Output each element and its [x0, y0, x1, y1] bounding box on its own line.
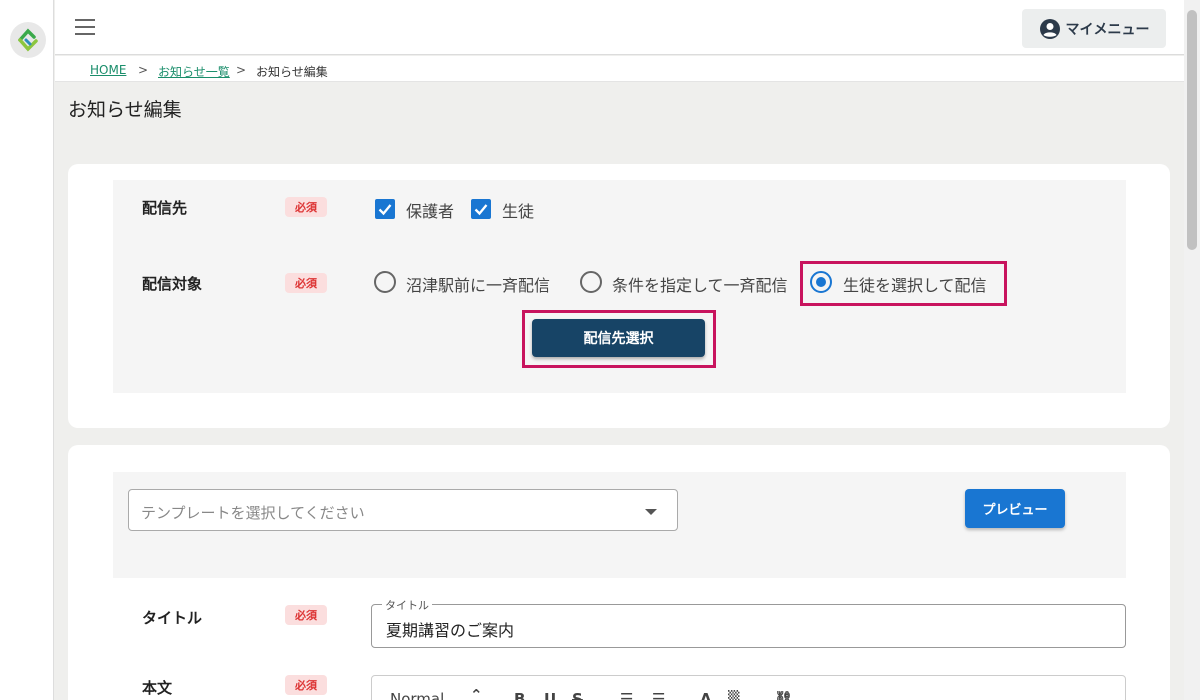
strikethrough-icon[interactable]: S: [572, 690, 583, 700]
page-scrollbar[interactable]: [1184, 0, 1200, 700]
underline-icon[interactable]: U: [544, 690, 556, 700]
recipients-label: 配信先: [142, 199, 188, 217]
preview-button[interactable]: プレビュー: [965, 489, 1065, 528]
breadcrumb-notice-list-link[interactable]: お知らせ一覧: [158, 63, 230, 80]
left-rail: [0, 0, 54, 700]
required-badge: 必須: [285, 197, 327, 217]
checkbox-guardian-label: 保護者: [406, 202, 455, 221]
radio-select-students[interactable]: [810, 271, 832, 293]
template-select[interactable]: テンプレートを選択してください: [128, 489, 678, 531]
required-badge: 必須: [285, 675, 327, 695]
checkbox-guardian[interactable]: [375, 199, 395, 219]
title-input-value[interactable]: 夏期講習のご案内: [386, 617, 514, 641]
link-icon[interactable]: ⛓: [774, 690, 793, 700]
radio-school-broadcast[interactable]: [374, 271, 396, 293]
bold-icon[interactable]: B: [514, 690, 525, 700]
required-badge: 必須: [285, 605, 327, 625]
title-label: タイトル: [142, 609, 203, 627]
radio-conditional-broadcast-label: 条件を指定して一斉配信: [612, 276, 788, 295]
template-select-placeholder: テンプレートを選択してください: [141, 504, 365, 522]
breadcrumb-current: お知らせ編集: [256, 65, 328, 79]
breadcrumb: HOME > お知らせ一覧 > お知らせ編集: [55, 56, 1184, 82]
radio-select-students-label: 生徒を選択して配信: [843, 276, 987, 295]
format-select-arrow-icon[interactable]: ⌃: [470, 686, 483, 700]
title-input-legend: タイトル: [382, 597, 432, 613]
required-badge: 必須: [285, 273, 327, 293]
top-bar: マイメニュー: [55, 0, 1184, 55]
text-color-icon[interactable]: A: [700, 690, 712, 700]
body-editor[interactable]: Normal ⌃ B U S ☰ ☰ A ▒ ⛓: [371, 675, 1126, 700]
body-label: 本文: [142, 679, 173, 697]
app-logo[interactable]: [10, 22, 46, 58]
title-input[interactable]: タイトル 夏期講習のご案内: [371, 597, 1126, 648]
bullet-list-icon[interactable]: ☰: [652, 690, 665, 700]
target-label: 配信対象: [142, 275, 203, 293]
checkmark-icon: [474, 204, 488, 216]
radio-conditional-broadcast[interactable]: [580, 271, 602, 293]
account-circle-icon: [1039, 18, 1060, 39]
checkbox-student-label: 生徒: [502, 202, 535, 221]
select-recipients-button[interactable]: 配信先選択: [532, 319, 705, 357]
dropdown-arrow-icon: [645, 509, 657, 515]
radio-school-broadcast-label: 沼津駅前に一斉配信: [406, 276, 551, 295]
checkmark-icon: [378, 204, 392, 216]
breadcrumb-separator: >: [138, 63, 149, 77]
ordered-list-icon[interactable]: ☰: [620, 690, 633, 700]
my-menu-label: マイメニュー: [1065, 21, 1150, 38]
page-title: お知らせ編集: [68, 99, 182, 121]
checkbox-student[interactable]: [471, 199, 491, 219]
breadcrumb-separator: >: [236, 63, 247, 77]
breadcrumb-home-link[interactable]: HOME: [90, 63, 126, 77]
hamburger-menu-icon[interactable]: [75, 19, 95, 35]
scrollbar-thumb[interactable]: [1187, 10, 1197, 250]
format-select[interactable]: Normal: [390, 690, 444, 700]
my-menu-button[interactable]: マイメニュー: [1022, 9, 1166, 48]
clear-format-icon[interactable]: ▒: [728, 690, 740, 700]
